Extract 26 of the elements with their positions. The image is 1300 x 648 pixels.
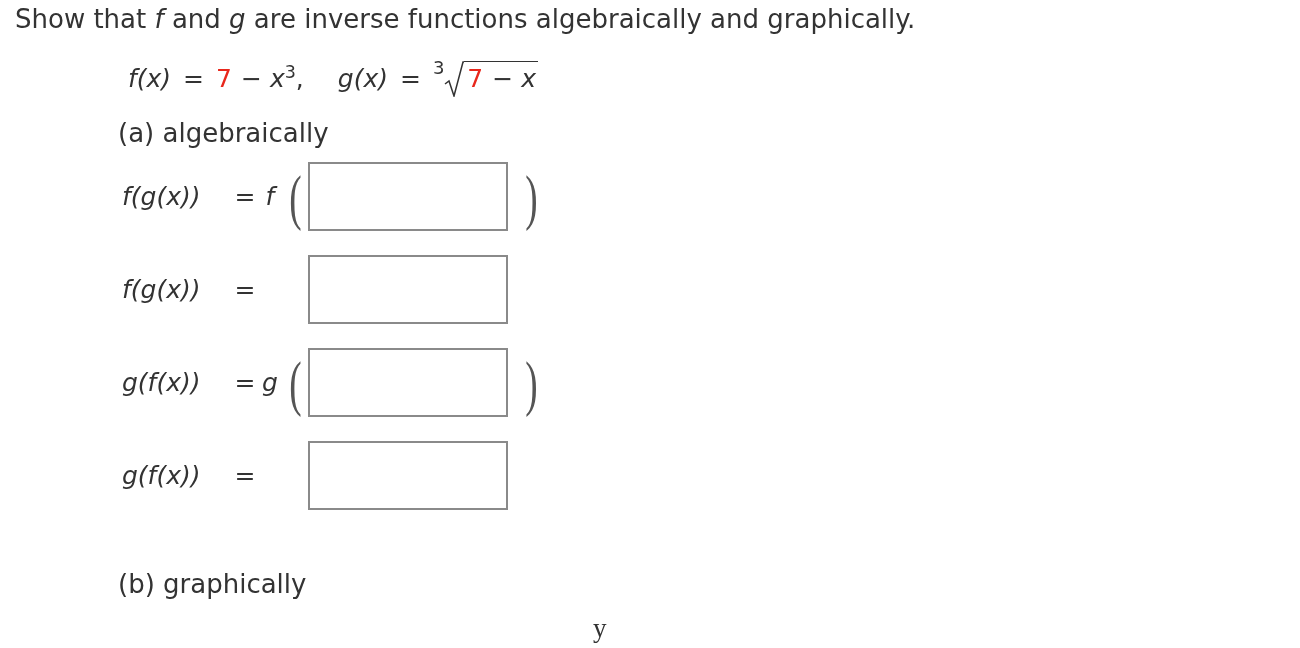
formula-term: − x$^{3}$, — [240, 64, 304, 94]
answer-box[interactable] — [308, 255, 508, 324]
function-name: f(x) — [128, 64, 172, 94]
equals-sign: = — [234, 181, 256, 212]
equals-sign: = — [234, 367, 256, 398]
answer-box[interactable] — [308, 441, 508, 510]
axis-label: y — [593, 615, 607, 642]
equals-sign: = — [399, 64, 421, 94]
expression-label: f(g(x)) — [122, 274, 201, 305]
expression-label: g(f(x)) — [122, 460, 201, 491]
equals-sign: = — [183, 64, 205, 94]
equals-sign: = — [234, 460, 256, 491]
section-heading: (a) algebraically — [118, 118, 329, 148]
formula-term: 7 — [467, 64, 484, 94]
formula-term: 7 — [216, 64, 232, 94]
expression-label: g(f(x)) — [122, 367, 201, 398]
function-name: g — [262, 367, 278, 398]
answer-box[interactable] — [308, 162, 508, 231]
equals-sign: = — [234, 274, 256, 305]
function-name: g(x) — [337, 64, 388, 94]
section-heading: (b) graphically — [118, 569, 307, 599]
instruction-text: Show that f and g are inverse functions algebraically and graphically. — [15, 4, 916, 34]
formula-term: − x — [492, 64, 536, 94]
expression-label: f(g(x)) — [122, 181, 201, 212]
answer-box[interactable] — [308, 348, 508, 417]
root-index: 3 — [432, 59, 445, 77]
